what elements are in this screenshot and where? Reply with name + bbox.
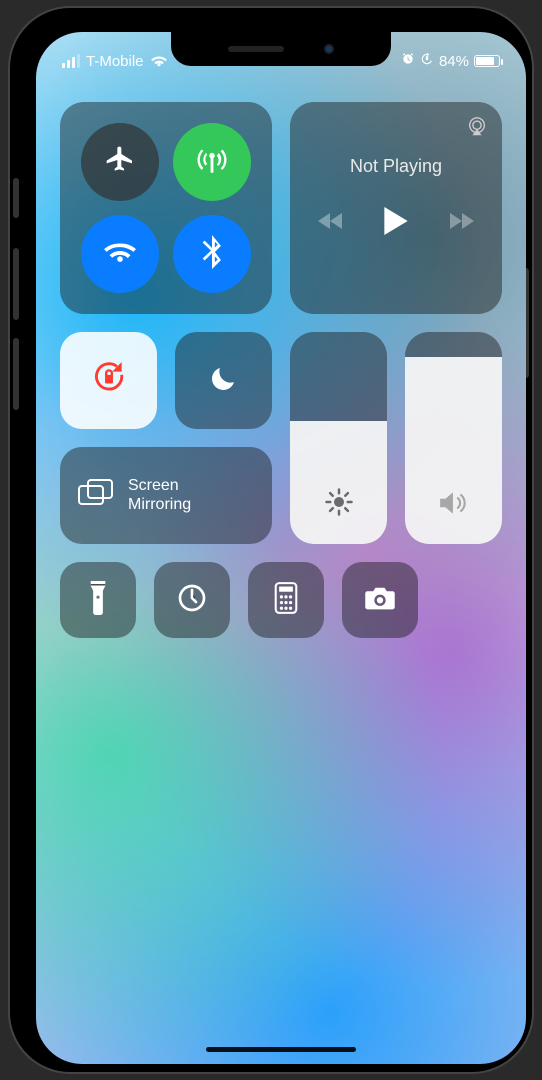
media-controls xyxy=(318,207,474,235)
home-indicator[interactable] xyxy=(206,1047,356,1052)
calculator-button[interactable] xyxy=(248,562,324,638)
brightness-slider[interactable] xyxy=(290,332,387,544)
phone-shell: T-Mobile 84% xyxy=(10,8,532,1072)
airplane-mode-toggle[interactable] xyxy=(81,123,159,201)
cellular-signal-icon xyxy=(62,54,80,68)
battery-fill xyxy=(476,57,494,65)
alarm-icon xyxy=(401,52,415,70)
notch xyxy=(171,32,391,66)
speaker-grill xyxy=(228,46,284,52)
moon-icon xyxy=(209,363,239,398)
screen-mirroring-button[interactable]: Screen Mirroring xyxy=(60,447,272,544)
flashlight-icon xyxy=(88,581,108,620)
orientation-lock-toggle[interactable] xyxy=(60,332,157,429)
volume-icon xyxy=(438,489,470,522)
carrier-label: T-Mobile xyxy=(86,53,144,70)
media-module[interactable]: Not Playing xyxy=(290,102,502,314)
antenna-icon xyxy=(195,143,229,182)
brightness-icon xyxy=(324,487,354,522)
camera-button[interactable] xyxy=(342,562,418,638)
airplane-icon xyxy=(104,144,136,181)
volume-slider[interactable] xyxy=(405,332,502,544)
wifi-icon xyxy=(103,239,137,270)
orientation-lock-status-icon xyxy=(420,52,434,70)
battery-percent-label: 84% xyxy=(439,53,469,70)
previous-track-button[interactable] xyxy=(318,211,344,231)
now-playing-label: Not Playing xyxy=(350,156,442,177)
volume-down-button xyxy=(13,338,19,410)
calculator-icon xyxy=(274,582,298,619)
airplay-icon[interactable] xyxy=(466,116,488,143)
bluetooth-icon xyxy=(202,235,222,274)
orientation-lock-icon xyxy=(90,359,128,402)
control-center: Not Playing xyxy=(36,92,526,638)
connectivity-module[interactable] xyxy=(60,102,272,314)
screen: T-Mobile 84% xyxy=(36,32,526,1064)
brightness-fill xyxy=(290,421,387,544)
battery-icon xyxy=(474,55,500,67)
next-track-button[interactable] xyxy=(448,211,474,231)
cellular-data-toggle[interactable] xyxy=(173,123,251,201)
front-camera xyxy=(324,44,334,54)
status-right: 84% xyxy=(401,52,500,70)
do-not-disturb-toggle[interactable] xyxy=(175,332,272,429)
wifi-toggle[interactable] xyxy=(81,215,159,293)
camera-icon xyxy=(363,584,397,617)
mute-switch xyxy=(13,178,19,218)
volume-up-button xyxy=(13,248,19,320)
wifi-icon xyxy=(150,54,168,68)
timer-button[interactable] xyxy=(154,562,230,638)
play-button[interactable] xyxy=(384,207,408,235)
timer-icon xyxy=(176,582,208,619)
flashlight-button[interactable] xyxy=(60,562,136,638)
screen-mirroring-label: Screen Mirroring xyxy=(128,477,191,514)
status-left: T-Mobile xyxy=(62,53,168,70)
bluetooth-toggle[interactable] xyxy=(173,215,251,293)
screen-mirroring-icon xyxy=(78,478,114,513)
